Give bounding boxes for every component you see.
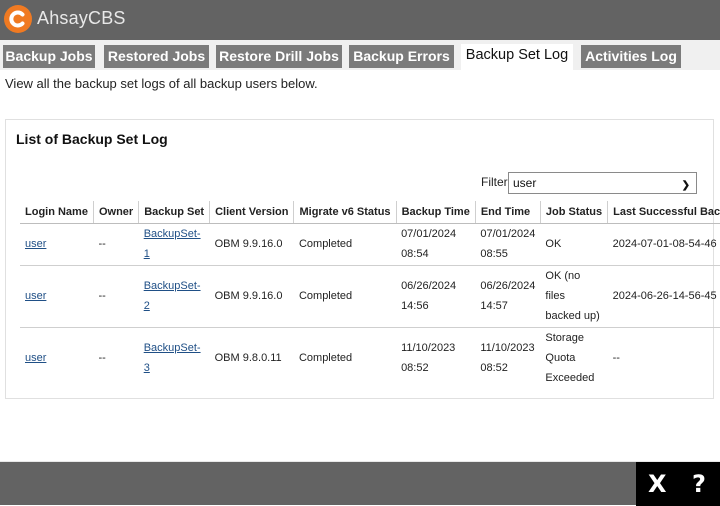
backup-set-log-panel: List of Backup Set Log Filter user ❯ Log…	[5, 119, 720, 399]
tab-activities-log[interactable]: Activities Log	[581, 45, 681, 68]
owner-cell: --	[98, 352, 106, 365]
column-header-client-version[interactable]: Client Version	[209, 201, 294, 224]
backup-time-cell: 06/26/2024 14:56	[396, 265, 476, 328]
help-button[interactable]: ?	[692, 470, 706, 498]
tab-backup-set-log[interactable]: Backup Set Log	[461, 44, 573, 70]
last-successful-backup-cell: --	[612, 352, 620, 365]
backup-time-cell: 07/01/2024 08:54	[396, 223, 476, 266]
client-version-cell: OBM 9.9.16.0	[209, 223, 294, 266]
page-description: View all the backup set logs of all back…	[5, 76, 318, 91]
tab-backup-errors[interactable]: Backup Errors	[349, 45, 454, 68]
backup-set-log-table: Login Name Owner Backup Set Client Versi…	[20, 201, 720, 389]
chevron-down-icon: ❯	[681, 180, 690, 191]
table-row: user -- BackupSet- 2 OBM 9.9.16.0 Complet…	[20, 265, 720, 328]
tab-backup-jobs[interactable]: Backup Jobs	[3, 45, 95, 68]
migrate-status-cell: Completed	[298, 352, 353, 365]
column-header-login-name[interactable]: Login Name	[20, 201, 94, 224]
job-status-cell: OK (no files backed up)	[540, 265, 608, 328]
login-name-link[interactable]: user	[25, 290, 46, 302]
column-header-migrate-status[interactable]: Migrate v6 Status	[293, 201, 397, 224]
table-row: user -- BackupSet- 3 OBM 9.8.0.11 Complet…	[20, 327, 720, 389]
filter-value: user	[513, 176, 537, 190]
tab-restored-jobs[interactable]: Restored Jobs	[104, 45, 209, 68]
end-time-cell: 06/26/2024 14:57	[475, 265, 541, 328]
filter-select[interactable]: user ❯	[508, 172, 697, 194]
client-version-cell: OBM 9.9.16.0	[209, 265, 294, 328]
login-name-link[interactable]: user	[25, 352, 46, 364]
migrate-status-cell: Completed	[293, 265, 397, 328]
job-status-cell: OK	[540, 223, 608, 266]
owner-cell: --	[93, 265, 139, 328]
last-successful-backup-cell: 2024-06-26-14-56-45	[607, 265, 720, 328]
tab-bar: Backup Jobs Restored Jobs Restore Drill …	[0, 40, 720, 70]
footer-actions: X ?	[636, 462, 720, 506]
backup-time-cell: 11/10/2023 08:52	[401, 342, 456, 375]
end-time-cell: 11/10/2023 08:52	[480, 342, 535, 375]
table-row: user -- BackupSet- 1 OBM 9.9.16.0 Complet…	[20, 223, 720, 266]
app-title: AhsayCBS	[37, 8, 126, 28]
end-time-cell: 07/01/2024 08:55	[475, 223, 541, 266]
column-header-backup-set[interactable]: Backup Set	[138, 201, 210, 224]
owner-cell: --	[93, 223, 139, 266]
table-header-row: Login Name Owner Backup Set Client Versi…	[20, 201, 720, 224]
client-version-cell: OBM 9.8.0.11	[214, 352, 282, 365]
ahsay-logo-icon	[4, 5, 32, 33]
last-successful-backup-cell: 2024-07-01-08-54-46	[607, 223, 720, 266]
column-header-job-status[interactable]: Job Status	[539, 201, 608, 224]
migrate-status-cell: Completed	[293, 223, 397, 266]
column-header-last-successful-backup[interactable]: Last Successful Backup	[607, 201, 720, 224]
close-button[interactable]: X	[648, 470, 667, 498]
footer-bar: X ?	[0, 461, 720, 506]
app-header: AhsayCBS	[0, 0, 720, 40]
filter-label: Filter	[481, 175, 508, 189]
panel-title: List of Backup Set Log	[16, 131, 168, 147]
backup-set-link[interactable]: BackupSet- 1	[144, 228, 201, 260]
backup-set-link[interactable]: BackupSet- 3	[144, 342, 201, 374]
backup-set-link[interactable]: BackupSet- 2	[144, 280, 201, 312]
column-header-end-time[interactable]: End Time	[474, 201, 541, 224]
column-header-owner[interactable]: Owner	[92, 201, 139, 224]
job-status-cell: Storage Quota Exceeded	[545, 332, 595, 385]
login-name-link[interactable]: user	[25, 238, 46, 250]
column-header-backup-time[interactable]: Backup Time	[395, 201, 476, 224]
tab-restore-drill-jobs[interactable]: Restore Drill Jobs	[216, 45, 342, 68]
